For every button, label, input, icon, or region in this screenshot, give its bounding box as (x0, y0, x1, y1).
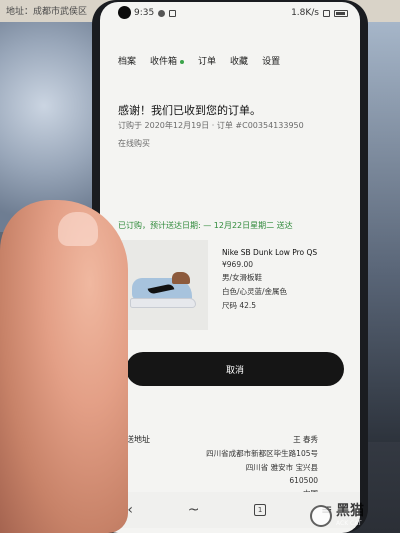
notification-icon (158, 9, 166, 17)
status-right: 1.8K/s (291, 8, 348, 18)
forward-icon[interactable]: ~ (188, 502, 200, 518)
top-nav: 档案 收件箱 订单 收藏 设置 (118, 54, 280, 67)
nav-settings[interactable]: 设置 (262, 54, 280, 67)
unread-dot-icon (180, 59, 185, 64)
back-icon[interactable]: ‹ (127, 502, 133, 518)
thumbnail-shape (58, 212, 98, 246)
tabs-icon[interactable]: 1 (254, 504, 267, 516)
product-name[interactable]: Nike SB Dunk Low Pro QS (222, 248, 317, 257)
product-size: 尺码 42.5 (222, 301, 257, 310)
nav-favorites[interactable]: 收藏 (230, 54, 248, 67)
watermark: 黑猫 ACK CAT (310, 491, 396, 527)
address-line2: 四川省 雅安市 宝兴县 (245, 463, 318, 472)
app-icon (169, 9, 177, 17)
status-time: 9:35 (134, 8, 155, 18)
product-color: 白色/心灵蓝/金属色 (222, 287, 288, 296)
product-gender: 男/女滑板鞋 (222, 273, 263, 282)
signal-icon (323, 9, 330, 17)
shoe-collar (172, 272, 190, 284)
postal-code: 610500 (289, 476, 318, 485)
product-info: Nike SB Dunk Low Pro QS ¥969.00 男/女滑板鞋 白… (222, 248, 317, 311)
nav-inbox[interactable]: 收件箱 (150, 54, 185, 67)
page-title: 感谢！我们已收到您的订单。 (118, 104, 261, 117)
shoe-sole (130, 298, 196, 308)
purchase-type: 在线购买 (118, 139, 150, 148)
address-line1: 四川省成都市新都区毕生路105号 (206, 449, 318, 458)
black-cat-logo-icon (310, 505, 332, 527)
order-line: 订购于 2020年12月19日 · 订单 #C00354133950 (118, 121, 304, 130)
nav-orders[interactable]: 订单 (198, 54, 216, 67)
background-paper-text: 地址：成都市武侯区 (6, 7, 88, 17)
watermark-text: 黑猫 (336, 503, 364, 519)
hand-thumb (0, 200, 128, 533)
watermark-subtext: ACK CAT (336, 520, 362, 527)
product-price: ¥969.00 (222, 260, 254, 269)
nav-profile[interactable]: 档案 (118, 54, 136, 67)
shipping-address: 王 春秀 四川省成都市新都区毕生路105号 四川省 雅安市 宝兴县 610500… (206, 434, 318, 499)
cancel-button[interactable]: 取消 (126, 352, 344, 386)
phone-screen: 9:35 1.8K/s 档案 收件箱 订单 收藏 设置 感谢！我们已收到您的订单… (100, 2, 360, 533)
product-image[interactable] (118, 240, 208, 330)
phone-frame: 9:35 1.8K/s 档案 收件箱 订单 收藏 设置 感谢！我们已收到您的订单… (92, 0, 368, 533)
recipient-name: 王 春秀 (293, 435, 318, 444)
network-speed: 1.8K/s (291, 8, 319, 18)
battery-icon (334, 9, 348, 17)
nav-inbox-label: 收件箱 (150, 57, 178, 67)
status-left: 9:35 (134, 8, 177, 18)
delivery-estimate: 已订购，预计送达日期: — 12月22日星期二 送达 (118, 221, 293, 230)
status-bar: 9:35 1.8K/s (100, 2, 360, 24)
